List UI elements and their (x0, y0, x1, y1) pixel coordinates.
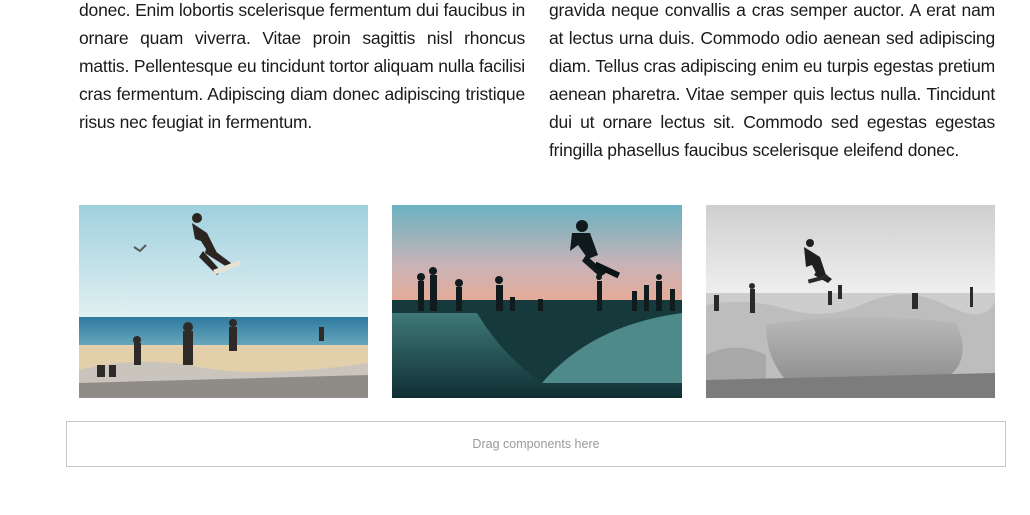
paragraph-right: gravida neque convallis a cras semper au… (549, 0, 995, 160)
skateboarder-beach-photo[interactable] (79, 205, 368, 398)
skateboarder-sunset-bowl-photo[interactable] (392, 205, 682, 398)
skateboarder-bw-skatepark-photo[interactable] (706, 205, 995, 398)
paragraph-left: donec. Enim lobortis scelerisque ferment… (79, 0, 525, 132)
drag-components-drop-zone[interactable]: Drag components here (66, 421, 1006, 467)
drop-zone-label: Drag components here (472, 437, 600, 451)
